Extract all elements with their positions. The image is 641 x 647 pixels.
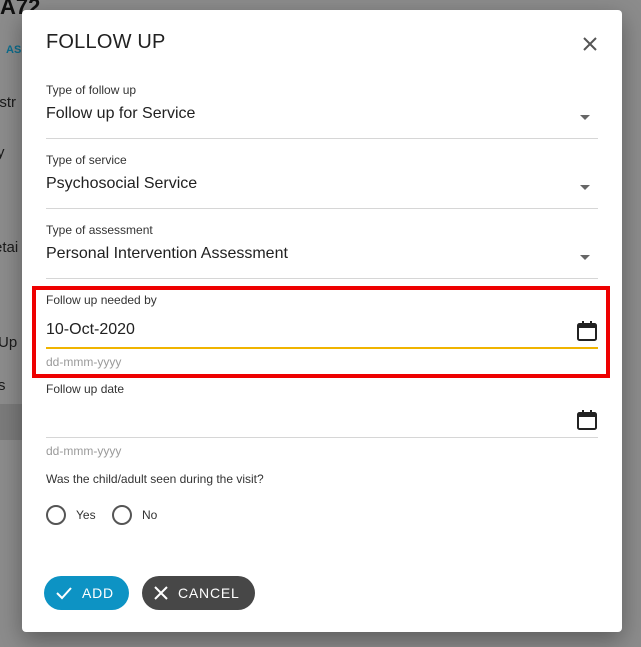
- caret-down-icon: [580, 255, 590, 260]
- calendar-icon[interactable]: [576, 320, 598, 342]
- add-button-label: ADD: [82, 585, 114, 601]
- radio-label: Yes: [76, 508, 96, 522]
- background-fragment: Up: [0, 334, 18, 351]
- radio-circle-icon: [46, 505, 66, 525]
- background-fragment: istr: [0, 94, 16, 111]
- caret-down-icon: [580, 185, 590, 190]
- close-button[interactable]: [578, 32, 602, 56]
- cancel-button[interactable]: CANCEL: [142, 576, 255, 610]
- follow-up-date-input-wrapper: [46, 402, 598, 438]
- dialog-title: FOLLOW UP: [46, 31, 166, 53]
- date-format-hint: dd-mmm-yyyy: [46, 355, 122, 369]
- radio-circle-icon: [112, 505, 132, 525]
- background-fragment: y: [0, 144, 5, 161]
- add-button[interactable]: ADD: [44, 576, 129, 610]
- background-ass-label: AS: [6, 44, 22, 56]
- field-label: Follow up date: [46, 382, 125, 396]
- type-of-follow-up-field: Type of follow up Follow up for Service: [46, 83, 598, 143]
- follow-up-date-field: Follow up date dd-mmm-yyyy: [46, 382, 598, 462]
- select-value: Follow up for Service: [46, 105, 196, 122]
- field-label: Type of assessment: [46, 223, 153, 237]
- follow-up-needed-by-input[interactable]: [46, 313, 566, 347]
- radio-label: No: [142, 508, 158, 522]
- type-of-service-select[interactable]: Psychosocial Service: [46, 173, 598, 209]
- cancel-button-label: CANCEL: [178, 585, 240, 601]
- close-icon: [154, 584, 168, 602]
- background-fragment: s: [0, 377, 6, 394]
- calendar-icon[interactable]: [576, 409, 598, 431]
- field-label: Type of follow up: [46, 83, 137, 97]
- select-value: Psychosocial Service: [46, 175, 198, 192]
- select-value: Personal Intervention Assessment: [46, 245, 288, 262]
- background-fragment: etai: [0, 239, 19, 256]
- close-icon: [583, 37, 597, 51]
- check-icon: [56, 584, 72, 602]
- caret-down-icon: [580, 115, 590, 120]
- date-format-hint: dd-mmm-yyyy: [46, 444, 122, 458]
- radio-yes[interactable]: Yes: [46, 505, 96, 525]
- follow-up-needed-by-field: Follow up needed by dd-mmm-yyyy: [46, 293, 598, 373]
- field-label: Follow up needed by: [46, 293, 157, 307]
- follow-up-date-input[interactable]: [46, 402, 566, 436]
- follow-up-needed-by-input-wrapper: [46, 313, 598, 349]
- field-label: Type of service: [46, 153, 127, 167]
- radio-no[interactable]: No: [112, 505, 157, 525]
- type-of-follow-up-select[interactable]: Follow up for Service: [46, 103, 598, 139]
- follow-up-dialog: FOLLOW UP Type of follow up Follow up fo…: [22, 10, 622, 632]
- seen-during-visit-question: Was the child/adult seen during the visi…: [46, 472, 264, 486]
- type-of-assessment-select[interactable]: Personal Intervention Assessment: [46, 243, 598, 279]
- type-of-assessment-field: Type of assessment Personal Intervention…: [46, 223, 598, 283]
- type-of-service-field: Type of service Psychosocial Service: [46, 153, 598, 213]
